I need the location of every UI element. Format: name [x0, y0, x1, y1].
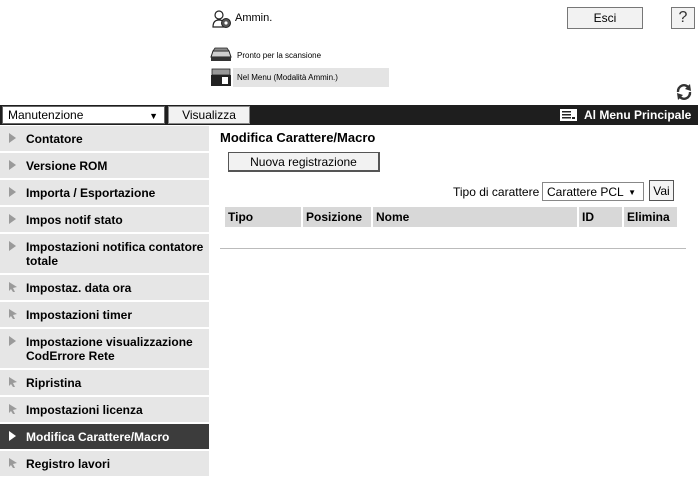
status-mode-text: Nel Menu (Modalità Ammin.) [237, 73, 338, 82]
toolbar: Manutenzione ▼ Visualizza Al Menu Princi… [0, 105, 698, 125]
go-button[interactable]: Vai [649, 180, 674, 201]
table-header: Tipo Posizione Nome ID Elimina [225, 207, 677, 227]
sidebar-item-label: Impostazione visualizzazione CodErrore R… [26, 335, 193, 363]
sidebar-item-label: Versione ROM [26, 159, 108, 173]
sidebar-item-status-notification[interactable]: Impos notif stato [0, 207, 209, 234]
status-ready-text: Pronto per la scansione [237, 51, 322, 60]
sidebar-item-label: Importa / Esportazione [26, 186, 156, 200]
chevron-down-icon: ▼ [149, 111, 158, 121]
sidebar-item-rom-version[interactable]: Versione ROM [0, 153, 209, 180]
page-title: Modifica Carattere/Macro [220, 130, 376, 145]
column-header-id: ID [579, 207, 624, 227]
sidebar-item-date-time[interactable]: Impostaz. data ora [0, 275, 209, 302]
sidebar-item-label: Impostaz. data ora [26, 281, 132, 295]
sidebar-item-label: Contatore [26, 132, 83, 146]
pointer-icon [9, 377, 17, 387]
sidebar-item-error-code-display[interactable]: Impostazione visualizzazione CodErrore R… [0, 329, 209, 370]
sidebar-item-license[interactable]: Impostazioni licenza [0, 397, 209, 424]
sidebar-item-label: Impostazioni timer [26, 308, 133, 322]
sidebar-item-timer[interactable]: Impostazioni timer [0, 302, 209, 329]
sidebar-item-reset[interactable]: Ripristina [0, 370, 209, 397]
view-button[interactable]: Visualizza [168, 106, 250, 124]
arrow-right-icon [9, 133, 16, 143]
column-header-type: Tipo [225, 207, 303, 227]
font-type-select[interactable]: Carattere PCL ▼ [542, 182, 644, 201]
sidebar-item-counter[interactable]: Contatore [0, 126, 209, 153]
arrow-right-icon [9, 187, 16, 197]
help-button[interactable]: ? [671, 7, 695, 29]
arrow-right-icon [9, 241, 16, 251]
admin-user-icon [212, 10, 231, 28]
font-type-label: Tipo di carattere [453, 185, 540, 199]
sidebar-item-job-log[interactable]: Registro lavori [0, 451, 209, 478]
column-header-delete: Elimina [627, 210, 670, 224]
pointer-icon [9, 404, 17, 414]
main-menu-link[interactable]: Al Menu Principale [584, 108, 691, 122]
pointer-icon [9, 282, 17, 292]
arrow-right-icon [9, 160, 16, 170]
status-mode-box: Nel Menu (Modalità Ammin.) [233, 68, 389, 87]
sidebar: Contatore Versione ROM Importa / Esporta… [0, 126, 209, 478]
sidebar-item-label: Impos notif stato [26, 213, 123, 227]
sidebar-item-label: Registro lavori [26, 457, 111, 471]
sidebar-item-font-macro[interactable]: Modifica Carattere/Macro [0, 424, 209, 451]
scanner-icon [210, 47, 232, 61]
font-type-value: Carattere PCL [547, 184, 624, 199]
menu-select-value: Manutenzione [8, 108, 84, 122]
sidebar-item-label: Impostazioni notifica contatore totale [26, 240, 204, 268]
column-header-position: Posizione [303, 207, 373, 227]
machine-status-icon [211, 68, 231, 86]
sidebar-item-total-counter-notification[interactable]: Impostazioni notifica contatore totale [0, 234, 209, 275]
user-name: Ammin. [235, 12, 273, 24]
divider [220, 248, 686, 249]
main-menu-icon[interactable] [560, 109, 577, 121]
chevron-down-icon: ▼ [628, 188, 636, 197]
new-registration-button[interactable]: Nuova registrazione [228, 152, 380, 172]
arrow-right-icon [9, 431, 16, 441]
sidebar-item-import-export[interactable]: Importa / Esportazione [0, 180, 209, 207]
sidebar-item-label: Ripristina [26, 376, 82, 390]
sidebar-item-label: Modifica Carattere/Macro [26, 430, 170, 444]
arrow-right-icon [9, 336, 16, 346]
sidebar-item-label: Impostazioni licenza [26, 403, 143, 417]
menu-select[interactable]: Manutenzione ▼ [2, 106, 165, 124]
logout-button[interactable]: Esci [567, 7, 643, 29]
refresh-icon[interactable] [675, 83, 693, 101]
arrow-right-icon [9, 214, 16, 224]
header: Ammin. Esci ? Pronto per la scansione Ne… [0, 0, 698, 102]
pointer-icon [9, 309, 17, 319]
pointer-icon [9, 458, 17, 468]
column-header-name: Nome [373, 207, 579, 227]
